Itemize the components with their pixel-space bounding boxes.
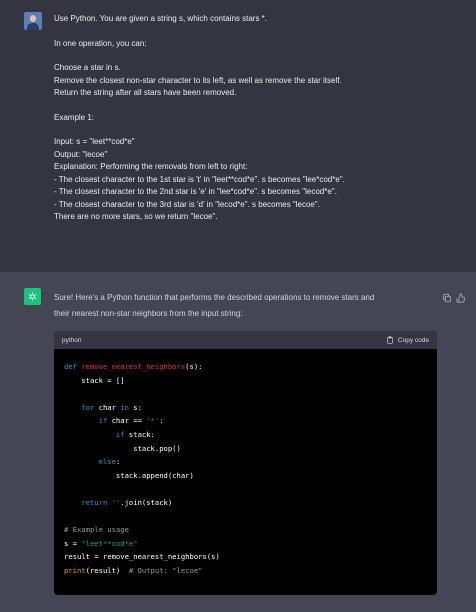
- code-line: return ''.join(stack): [64, 496, 427, 510]
- user-message-line: Input: s = "leet**cod*e": [54, 137, 135, 146]
- code-token: stack:: [128, 429, 155, 439]
- user-message-line: Choose a star in s.: [54, 63, 121, 72]
- user-message: Use Python. You are given a string s, wh…: [0, 0, 476, 272]
- code-token: char ==: [111, 416, 147, 426]
- user-message-line: - The closest character to the 1st star …: [54, 174, 345, 184]
- code-token: (s):: [185, 362, 203, 371]
- openai-logo-icon: [24, 288, 41, 305]
- copy-icon[interactable]: [442, 290, 452, 303]
- user-message-line: - The closest character to the 2nd star …: [54, 187, 337, 196]
- code-token: char: [98, 402, 121, 412]
- code-token: stack = []: [64, 375, 125, 385]
- code-line: stack.pop(): [64, 442, 427, 456]
- code-token: result = remove_nearest_neighbors(s): [64, 552, 220, 562]
- code-token: s =: [64, 538, 82, 548]
- code-line: # Example usage: [64, 523, 427, 537]
- user-message-line: - The closest character to the 3rd star …: [54, 199, 320, 209]
- code-body: def remove_nearest_neighbors(s): stack =…: [54, 349, 437, 578]
- code-token: return: [64, 497, 112, 507]
- user-message-line: Example 1:: [54, 112, 95, 122]
- code-token: if: [64, 429, 129, 439]
- code-token: s:: [133, 402, 142, 412]
- code-token: (result): [85, 565, 129, 575]
- user-message-line: Remove the closest non-star character to…: [54, 75, 342, 85]
- code-language-label: python: [62, 336, 82, 344]
- thumbs-up-icon[interactable]: [456, 290, 466, 303]
- user-message-text: Use Python. You are given a string s, wh…: [54, 13, 454, 224]
- user-message-line: Explanation: Performing the removals fro…: [54, 162, 248, 171]
- assistant-intro-line-1: Sure! Here's a Python function that perf…: [54, 293, 375, 302]
- message-actions: [442, 290, 466, 303]
- code-token: :: [115, 457, 121, 467]
- code-line: def remove_nearest_neighbors(s):: [64, 360, 427, 374]
- code-line: stack = []: [64, 374, 427, 388]
- user-message-line: Return the string after all stars have b…: [54, 88, 237, 97]
- copy-code-label: Copy code: [397, 336, 429, 344]
- code-token: else: [64, 457, 116, 467]
- code-line: stack.append(char): [64, 469, 427, 483]
- code-token: stack.append(char): [64, 470, 194, 480]
- code-token: "leet**cod*e": [81, 538, 138, 548]
- code-block: python Copy code def remove_nearest_neig…: [54, 331, 437, 595]
- copy-code-button[interactable]: Copy code: [386, 336, 429, 344]
- code-line: else:: [64, 455, 427, 469]
- code-token: if: [64, 416, 112, 426]
- code-line: if char == '*':: [64, 414, 427, 428]
- code-token: stack.pop(): [64, 443, 181, 453]
- code-token: # Example usage: [64, 525, 129, 535]
- code-token: remove_nearest_neighbors: [81, 362, 186, 371]
- user-message-line: Use Python. You are given a string s, wh…: [54, 14, 268, 23]
- code-token: def: [64, 362, 82, 371]
- user-message-line: In one operation, you can:: [54, 38, 147, 48]
- code-line: s = "leet**cod*e": [64, 537, 427, 551]
- code-line: if stack:: [64, 428, 427, 442]
- code-line: print(result) # Output: "lecoe": [64, 564, 427, 578]
- code-token: # Output: "lecoe": [128, 565, 203, 575]
- code-token: '': [111, 497, 121, 507]
- user-message-line: There are no more stars, so we return "l…: [54, 212, 218, 221]
- code-token: print: [64, 565, 86, 575]
- code-header: python Copy code: [54, 331, 437, 349]
- code-token: in: [120, 402, 134, 412]
- code-token: :: [159, 416, 164, 426]
- clipboard-icon: [387, 336, 393, 344]
- code-line: result = remove_nearest_neighbors(s): [64, 550, 427, 564]
- user-avatar: [24, 12, 42, 30]
- user-message-line: Output: "lecoe": [54, 149, 108, 159]
- code-token: for: [64, 402, 99, 412]
- code-line: for char in s:: [64, 401, 427, 415]
- assistant-intro-line-2: their nearest non-star neighbors from th…: [54, 309, 243, 318]
- code-token: '*': [146, 416, 160, 426]
- assistant-message-text: Sure! Here's a Python function that perf…: [54, 290, 438, 322]
- code-token: .join(stack): [120, 497, 173, 507]
